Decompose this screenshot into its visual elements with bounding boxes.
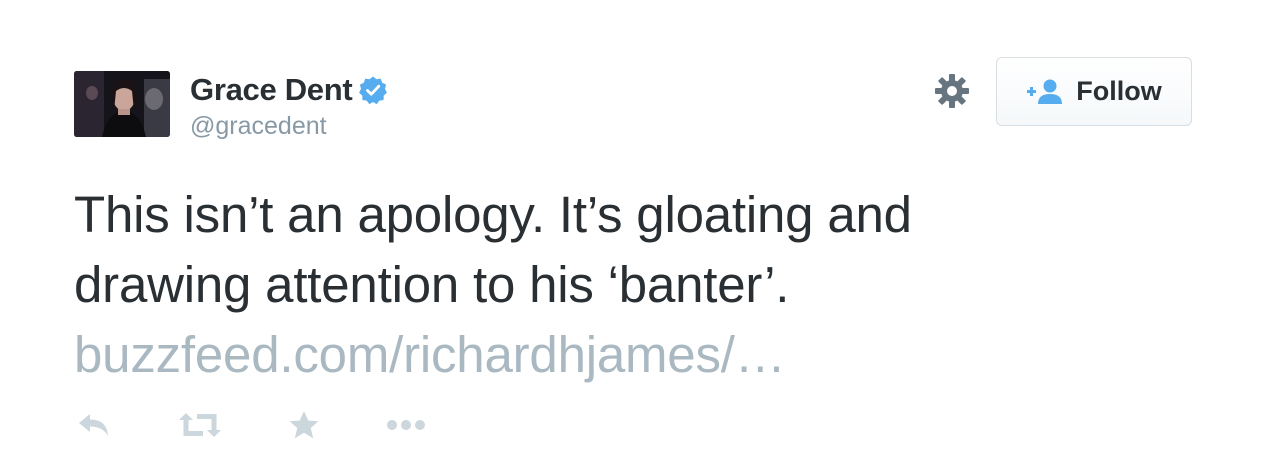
star-icon[interactable] [288,410,320,440]
add-user-icon [1026,78,1064,106]
display-name[interactable]: Grace Dent [190,72,353,108]
more-icon[interactable] [386,419,426,431]
user-handle[interactable]: @gracedent [190,112,327,141]
user-name-row[interactable]: Grace Dent [190,70,388,110]
tweet-card: Grace Dent @gracedent Follow This isn’t … [0,0,1268,460]
verified-badge-icon [358,75,388,105]
avatar-photo [74,71,170,137]
retweet-icon[interactable] [178,411,222,439]
follow-button[interactable]: Follow [996,57,1192,126]
tweet-link[interactable]: buzzfeed.com/richardhjames/… [74,326,786,383]
tweet-text-line-2: drawing attention to his ‘banter’. [74,256,790,313]
tweet-actions [76,405,426,445]
tweet-text: This isn’t an apology. It’s gloating and… [74,180,1194,390]
tweet-text-line-1: This isn’t an apology. It’s gloating and [74,186,912,243]
avatar[interactable] [74,71,170,137]
reply-icon[interactable] [76,411,112,439]
follow-label: Follow [1076,76,1162,106]
gear-icon[interactable] [933,72,971,110]
